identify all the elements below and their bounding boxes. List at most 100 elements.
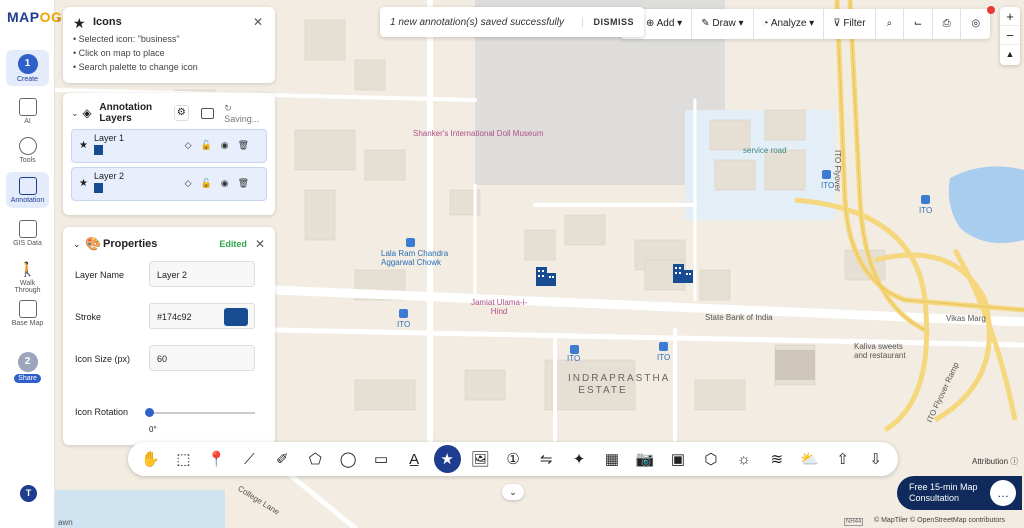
map-credits: © MapTiler © OpenStreetMap contributors [874,517,1006,524]
chevron-down-icon[interactable]: ⌄ [73,239,85,250]
rail-item-walk-through[interactable]: 🚶 Walk Through [6,260,49,294]
close-icon[interactable]: ✕ [253,15,263,29]
zoom-in-button[interactable]: + [1000,7,1020,26]
circle-icon[interactable]: ◯ [332,444,365,474]
search-icon[interactable]: ⌕ [876,9,905,39]
expand-chevron-icon[interactable]: › [57,14,60,24]
chat-icon[interactable]: … [990,480,1016,506]
star-icon[interactable]: ★ [433,445,461,473]
puzzle-icon[interactable]: ✦ [563,444,596,474]
field-label: Icon Rotation [75,407,129,417]
print-icon[interactable]: ⎙ [933,9,962,39]
layers-icon [18,220,37,238]
camera-icon[interactable]: 📷 [628,444,661,474]
analyze-button[interactable]: ◔ Analyze ▾ [754,9,825,39]
image-icon[interactable]: 🖼 [464,444,497,474]
polygon-icon[interactable]: ⬠ [299,444,332,474]
annotation-toolbar: ✋ ⬚ 📍 ⟋ ✐ ⬠ ◯ ▭ A̲ ★ 🖼 ① ⇋ ✦ ▦ 📷 ▣ ⬡ ☼ ≋… [128,442,898,476]
locate-icon[interactable]: ◎ [961,9,990,39]
dismiss-button[interactable]: DISMISS [582,17,634,27]
map-label-ito: ITO [397,320,411,329]
text-icon[interactable]: A̲ [398,444,431,474]
map-label-vikas-marg: Vikas Marg [946,314,986,323]
layer-row-2[interactable]: ★ Layer 2 ◇🔓◉🗑 [71,167,267,201]
app-logo[interactable]: MAPOG [7,9,62,25]
layer-name-row: Layer Name Layer 2 [73,261,265,289]
hand-icon[interactable]: ✋ [134,444,167,474]
aqi-icon[interactable]: ☼ [727,444,760,474]
map-label-chowk: Lala Ram Chandra Aggarwal Chowk [381,249,449,267]
rectangle-icon[interactable]: ▭ [365,444,398,474]
slider-thumb[interactable] [145,408,154,417]
stroke-input[interactable]: #174c92 [149,303,255,329]
map-label-kaliva: Kaliva sweets and restaurant [854,342,906,360]
map-label-jamiat: Jamiat Ulama-i-Hind [470,298,527,316]
attribution-link[interactable]: Attribution ⓘ [972,456,1018,467]
rail-item-ai[interactable]: AI [6,98,49,125]
color-swatch[interactable] [224,308,248,326]
business-icon [94,183,103,193]
top-toolbar: ⊕ Add ▾ ✎ Draw ▾ ◔ Analyze ▾ ⊽ Filter ⌕ … [620,9,990,39]
map-label-estate: INDRAPRASTHA ESTATE [568,373,671,396]
map-label-ito-flyover: ITO Flyover [833,150,842,192]
star-icon: ★ [79,140,88,151]
hint-line: • Search palette to change icon [73,62,198,72]
draw-button[interactable]: ✎ Draw ▾ [692,9,754,39]
rail-item-base-map[interactable]: Base Map [6,300,49,327]
close-icon[interactable]: ✕ [255,237,265,251]
number-icon[interactable]: ① [497,444,530,474]
icon-size-input[interactable]: 60 [149,345,255,371]
tools-icon [18,137,37,155]
consultation-button[interactable]: Free 15-min Map Consultation … [897,476,1022,510]
rail-label: GIS Data [13,240,42,247]
rail-item-gis-data[interactable]: GIS Data [6,220,49,247]
business-annotation-icon[interactable] [672,262,694,284]
rail-item-annotation[interactable]: Annotation [6,172,49,208]
compass-icon[interactable]: ▲ [1000,45,1020,64]
wind-icon[interactable]: ≋ [760,444,793,474]
rail-item-tools[interactable]: Tools [6,137,49,164]
select-icon[interactable]: ⬚ [167,444,200,474]
building-icon[interactable]: ▦ [596,444,629,474]
field-label: Icon Size (px) [75,354,131,364]
step-number: 1 [17,54,38,74]
business-annotation-icon[interactable] [535,265,557,287]
filter-button[interactable]: ⊽ Filter [824,9,876,39]
layer-actions[interactable]: ◇🔓◉🗑 [185,140,258,151]
toast-message: 1 new annotation(s) saved successfully [390,16,564,28]
photo-icon[interactable]: ▣ [661,444,694,474]
rail-label: Walk Through [14,280,41,294]
line-icon[interactable]: ⟋ [233,444,266,474]
rail-label: Create [16,76,38,83]
rail-label: Share [14,374,41,383]
pin-icon[interactable]: 📍 [200,444,233,474]
rail-label: AI [24,118,31,125]
layer-name-input[interactable]: Layer 2 [149,261,255,287]
rotation-slider[interactable] [145,408,255,417]
rail-item-share[interactable]: 2 Share [6,352,49,383]
gear-icon[interactable]: ⚙ [173,105,189,121]
bus-stop-icon [659,342,668,351]
measure-icon[interactable]: ⌙ [904,9,933,39]
weather-icon[interactable]: ⛅ [793,444,826,474]
bus-stop-icon [399,309,408,318]
bus-stop-icon [822,170,831,179]
download-icon[interactable]: ⇩ [859,444,892,474]
star-icon: ★ [73,15,86,31]
avatar[interactable]: T [20,485,37,502]
rail-label: Tools [19,157,36,164]
chevron-down-icon[interactable]: ⌄ [71,108,82,119]
zoom-out-button[interactable]: − [1000,26,1020,45]
consult-label: Free 15-min Map Consultation [909,482,978,503]
collapse-toolbar-button[interactable]: ⌄ [502,484,524,500]
icon-size-row: Icon Size (px) 60 [73,345,265,373]
layer-row-1[interactable]: ★ Layer 1 ◇🔓◉🗑 [71,129,267,163]
upload-icon[interactable]: ⇧ [826,444,859,474]
layer-actions[interactable]: ◇🔓◉🗑 [185,178,258,189]
cube-icon[interactable]: ⬡ [694,444,727,474]
rail-item-create[interactable]: 1 Create [6,50,49,86]
pen-icon[interactable]: ✐ [266,444,299,474]
folder-icon[interactable] [200,107,215,119]
star-icon: ★ [79,178,88,189]
route-icon[interactable]: ⇋ [530,444,563,474]
